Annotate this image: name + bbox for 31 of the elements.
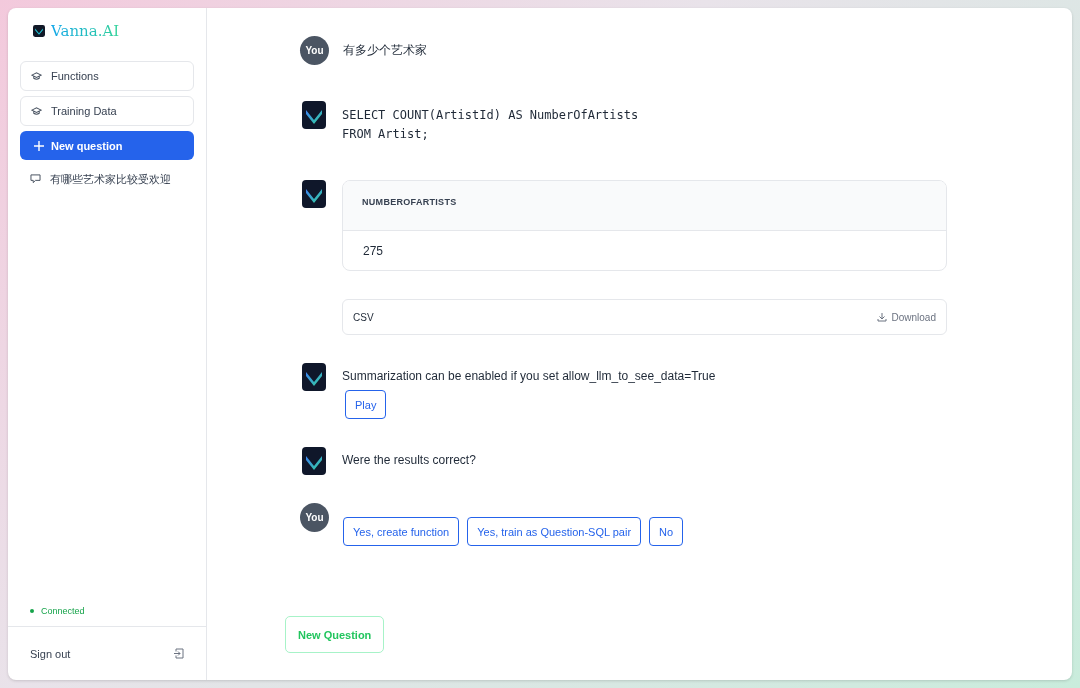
graduation-cap-icon [31,71,42,81]
sql-code: SELECT COUNT(ArtistId) AS NumberOfArtists FROM Artist; [342,107,640,143]
sign-out-link[interactable]: Sign out [30,647,71,660]
vanna-logo-icon [302,363,326,391]
nav-item[interactable]: Training Data [20,96,194,126]
user-avatar: You [300,503,329,532]
plus-icon [34,140,44,151]
download-icon [876,312,887,322]
sign-out-icon[interactable] [173,648,184,659]
assistant-message: Summarization can be enabled if you set allow_llm_to_see_data=True [342,369,717,383]
feedback-button[interactable]: No [649,517,684,546]
vanna-logo-icon [302,180,326,208]
vanna-logo-icon [302,447,326,475]
csv-label: CSV [353,311,374,323]
graduation-cap-icon [31,106,42,116]
download-link[interactable]: Download [876,311,936,323]
play-button[interactable]: Play [345,390,387,419]
column-header: NUMBEROFARTISTS [362,197,457,207]
user-avatar: You [300,36,329,65]
feedback-button[interactable]: Yes, create function [343,517,460,546]
vanna-logo-icon [33,24,45,38]
assistant-message: Were the results correct? [342,453,477,467]
chat-bubble-icon [30,174,41,184]
new-question-button[interactable]: New question [20,131,194,160]
user-message: 有多少个艺术家 [343,42,428,59]
history-item[interactable]: 有哪些艺术家比较受欢迎 [20,165,194,193]
vanna-logo-icon [302,101,326,129]
feedback-button[interactable]: Yes, train as Question-SQL pair [467,517,642,546]
table-cell: 275 [363,243,384,258]
connection-status: Connected [41,606,85,616]
nav-item[interactable]: Functions [20,61,194,91]
